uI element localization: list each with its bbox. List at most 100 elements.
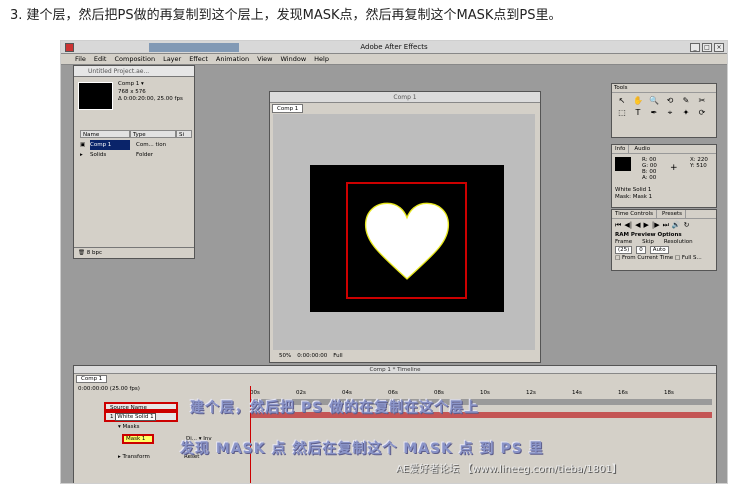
app-titlebar: Adobe After Effects _ □ × bbox=[61, 41, 727, 54]
minimize-icon[interactable]: _ bbox=[690, 43, 700, 52]
ruler-tick: 12s bbox=[526, 390, 536, 396]
comp-duration: Δ 0:00:20:00, 25.00 fps bbox=[118, 96, 183, 102]
last-frame-icon[interactable]: ⏭ bbox=[663, 221, 669, 230]
tab-timeline-comp[interactable]: Comp 1 bbox=[76, 375, 108, 383]
resolution-select[interactable]: Full bbox=[333, 351, 342, 361]
ae-app-icon bbox=[65, 43, 74, 52]
audio-icon[interactable]: 🔊 bbox=[672, 221, 681, 230]
timeline-title: Comp 1 * Timeline bbox=[74, 366, 716, 374]
a-value: 00 bbox=[649, 175, 657, 181]
folder-icon: ▸ bbox=[80, 152, 83, 158]
menu-help[interactable]: Help bbox=[314, 54, 329, 64]
tab-info[interactable]: Info bbox=[612, 145, 630, 153]
menu-file[interactable]: File bbox=[75, 54, 86, 64]
layer-row[interactable]: 1 White Solid 1 bbox=[104, 411, 178, 422]
crosshair-icon: + bbox=[670, 163, 678, 173]
color-swatch bbox=[615, 157, 631, 171]
selection-tool-icon[interactable]: ↖ bbox=[615, 96, 629, 106]
menu-animation[interactable]: Animation bbox=[216, 54, 249, 64]
col-type[interactable]: Type bbox=[130, 130, 176, 138]
resolution-select[interactable]: Auto bbox=[649, 246, 669, 254]
menu-bar: File Edit Composition Layer Effect Anima… bbox=[61, 54, 727, 65]
first-frame-icon[interactable]: ⏮ bbox=[615, 221, 621, 230]
transform-group[interactable]: ▸ Transform bbox=[118, 454, 150, 460]
puppet-tool-icon[interactable]: ✦ bbox=[679, 108, 693, 118]
tools-panel: Tools ↖ ✋ 🔍 ⟲ ✎ ✂ ⬚ T ✒ ⌖ ✦ ⟳ bbox=[611, 83, 717, 138]
comp-icon: ▣ bbox=[80, 142, 86, 148]
overlay-caption-1: 建个层，然后把 PS 做的在复制在这个层上 bbox=[190, 400, 480, 416]
ram-preview-header: RAM Preview Options bbox=[615, 232, 682, 238]
comp-thumbnail bbox=[78, 82, 113, 110]
orbit-tool-icon[interactable]: ⟳ bbox=[695, 108, 709, 118]
instruction-text: 3. 建个层，然后把PS做的再复制到这个层上，发现MASK点，然后再复制这个MA… bbox=[10, 8, 562, 23]
project-item-solids[interactable]: ▸ Solids Folder bbox=[80, 150, 192, 160]
trash-icon[interactable]: 🗑 bbox=[78, 250, 85, 256]
watermark: AE爱好者论坛 【www.lineeg.com/tieba/1801】 bbox=[396, 464, 622, 475]
tab-presets[interactable]: Presets bbox=[659, 210, 686, 218]
project-panel: Untitled Project.ae... Comp 1 ▾ 768 x 57… bbox=[73, 65, 195, 259]
loop-icon[interactable]: ↻ bbox=[684, 221, 690, 230]
next-frame-icon[interactable]: |▶ bbox=[652, 221, 660, 230]
menu-edit[interactable]: Edit bbox=[94, 54, 107, 64]
timeline-current-time[interactable]: 0:00:00:00 (25.00 fps) bbox=[78, 386, 140, 392]
taskbar-blur bbox=[149, 43, 239, 52]
pen-tool-icon[interactable]: ✒ bbox=[647, 108, 661, 118]
layer-number: 1 bbox=[110, 414, 114, 420]
clone-tool-icon[interactable]: ✂ bbox=[695, 96, 709, 106]
skip-field[interactable]: 0 bbox=[636, 246, 646, 254]
tab-comp[interactable]: Comp 1 bbox=[272, 104, 304, 113]
comp-canvas[interactable] bbox=[310, 165, 504, 312]
frame-select[interactable]: (25) bbox=[615, 246, 633, 254]
comp-size: 768 x 576 bbox=[118, 88, 146, 95]
skip-label: Skip bbox=[642, 239, 654, 245]
rewind-icon[interactable]: ◀ bbox=[635, 221, 640, 230]
brush-tool-icon[interactable]: ✎ bbox=[679, 96, 693, 106]
comp-timecode[interactable]: 0:00:00:00 bbox=[297, 351, 327, 361]
menu-effect[interactable]: Effect bbox=[189, 54, 208, 64]
time-controls-panel: Time Controls Presets ⏮ ◀| ◀ ▶ |▶ ⏭ 🔊 ↻ … bbox=[611, 209, 717, 271]
ruler-tick: 16s bbox=[618, 390, 628, 396]
mask-tool-icon[interactable]: ⬚ bbox=[615, 108, 629, 118]
menu-layer[interactable]: Layer bbox=[163, 54, 181, 64]
project-item-comp[interactable]: ▣ Comp 1 Com... tion bbox=[80, 140, 192, 150]
maximize-icon[interactable]: □ bbox=[702, 43, 712, 52]
ruler-tick: 08s bbox=[434, 390, 444, 396]
hand-tool-icon[interactable]: ✋ bbox=[631, 96, 645, 106]
ruler-tick: 00s bbox=[250, 390, 260, 396]
composition-window: Comp 1 Comp 1 50% 0:00:00:00 Full bbox=[269, 91, 541, 363]
comp-toolbar: 50% 0:00:00:00 Full bbox=[273, 351, 535, 361]
masks-label: Masks bbox=[122, 424, 140, 430]
ruler-tick: 10s bbox=[480, 390, 490, 396]
masks-group[interactable]: ▾ Masks bbox=[118, 423, 178, 432]
col-size[interactable]: Si bbox=[176, 130, 192, 138]
tab-time-controls[interactable]: Time Controls bbox=[612, 210, 657, 218]
ram-labels: Frame Skip Resolution bbox=[612, 239, 716, 246]
zoom-tool-icon[interactable]: 🔍 bbox=[647, 96, 661, 106]
tab-audio[interactable]: Audio bbox=[631, 145, 653, 153]
comp-name[interactable]: Comp 1 ▾ bbox=[118, 81, 183, 89]
play-icon[interactable]: ▶ bbox=[643, 221, 648, 230]
rotate-tool-icon[interactable]: ⟲ bbox=[663, 96, 677, 106]
ruler-tick: 14s bbox=[572, 390, 582, 396]
item-type: Folder bbox=[136, 152, 153, 158]
tools-grid: ↖ ✋ 🔍 ⟲ ✎ ✂ ⬚ T ✒ ⌖ ✦ ⟳ bbox=[612, 93, 716, 121]
ram-checkboxes[interactable]: □ From Current Time □ Full S... bbox=[612, 254, 716, 263]
menu-view[interactable]: View bbox=[257, 54, 272, 64]
ruler-tick: 06s bbox=[388, 390, 398, 396]
layer-name[interactable]: White Solid 1 bbox=[115, 413, 156, 421]
heart-mask-shape[interactable] bbox=[362, 200, 452, 284]
menu-composition[interactable]: Composition bbox=[114, 54, 155, 64]
menu-window[interactable]: Window bbox=[281, 54, 307, 64]
text-tool-icon[interactable]: T bbox=[631, 108, 645, 118]
mask-item[interactable]: Mask 1 bbox=[122, 434, 154, 444]
prev-frame-icon[interactable]: ◀| bbox=[624, 221, 632, 230]
ruler-tick: 18s bbox=[664, 390, 674, 396]
comp-window-title: Comp 1 bbox=[270, 92, 540, 103]
close-icon[interactable]: × bbox=[714, 43, 724, 52]
col-name[interactable]: Name bbox=[80, 130, 130, 138]
comp-viewer[interactable] bbox=[273, 114, 535, 350]
pan-behind-tool-icon[interactable]: ⌖ bbox=[663, 108, 677, 118]
bit-depth[interactable]: 8 bpc bbox=[87, 250, 102, 256]
y-value: 510 bbox=[696, 163, 707, 169]
zoom-level[interactable]: 50% bbox=[279, 351, 291, 361]
